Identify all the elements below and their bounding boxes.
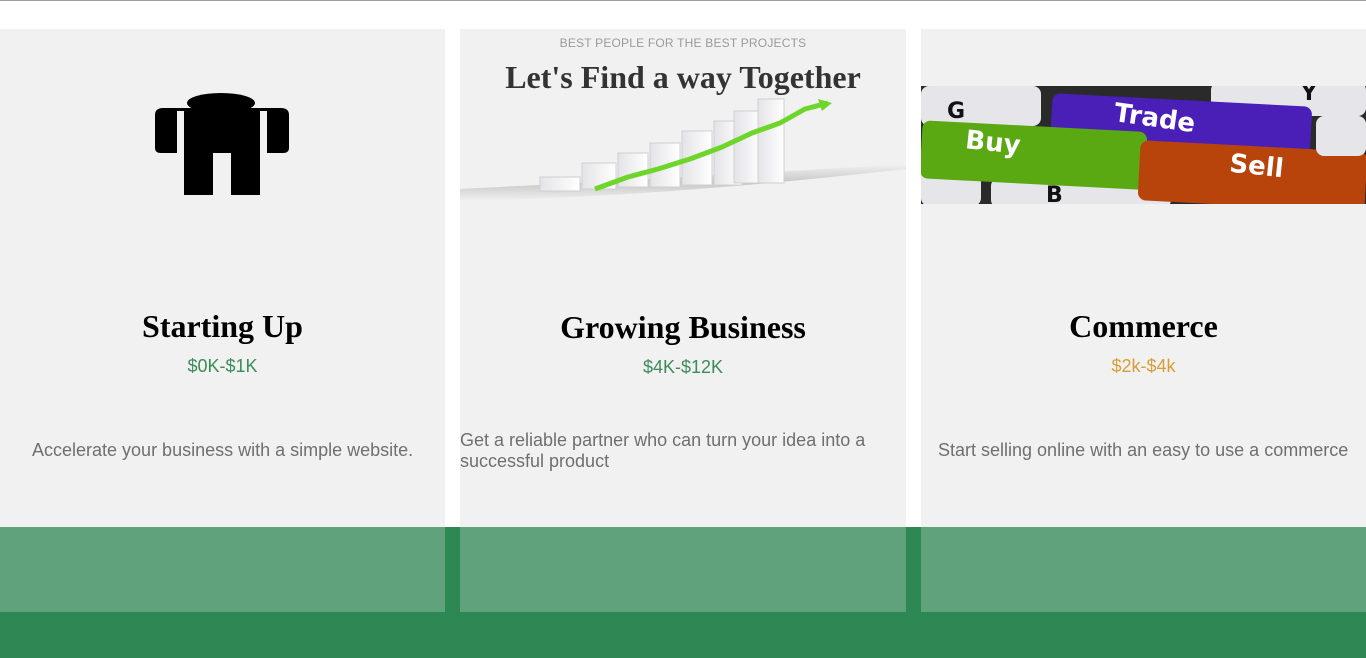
card-footer (921, 527, 1366, 612)
hero-headline: Let's Find a way Together (505, 59, 861, 95)
plan-card-starting-up[interactable]: Starting Up $0K-$1K Accelerate your busi… (0, 29, 445, 612)
plan-description: Start selling online with an easy to use… (938, 440, 1349, 460)
card-footer (460, 527, 906, 612)
hero-eyebrow: BEST PEOPLE FOR THE BEST PROJECTS (559, 36, 807, 50)
keyboard-key-g: G (947, 99, 965, 124)
keyboard-key-y: Y (1300, 86, 1318, 106)
growth-chart-icon (460, 98, 906, 201)
plan-card-commerce[interactable]: G Y Trade Buy Sell B Commerce $2k-$4k St… (921, 29, 1366, 612)
plan-price: $2k-$4k (1111, 356, 1176, 376)
plan-description: Accelerate your business with a simple w… (32, 440, 414, 460)
plan-price: $4K-$12K (642, 357, 724, 377)
plan-title: Growing Business (560, 309, 806, 345)
keyboard-key-sell: Sell (1228, 149, 1285, 184)
card-footer (0, 527, 445, 612)
plan-title: Commerce (1069, 308, 1218, 344)
plan-title: Starting Up (142, 308, 303, 344)
person-icon (155, 93, 289, 195)
trade-keyboard-image: G Y Trade Buy Sell B (921, 86, 1366, 204)
top-divider (0, 0, 1366, 1)
keyboard-key-b: B (1046, 183, 1063, 204)
plan-card-growing-business[interactable]: BEST PEOPLE FOR THE BEST PROJECTS Let's … (460, 29, 906, 612)
plan-description: Get a reliable partner who can turn your… (460, 430, 866, 471)
keyboard-key-buy: Buy (964, 125, 1022, 161)
plan-price: $0K-$1K (187, 356, 258, 376)
